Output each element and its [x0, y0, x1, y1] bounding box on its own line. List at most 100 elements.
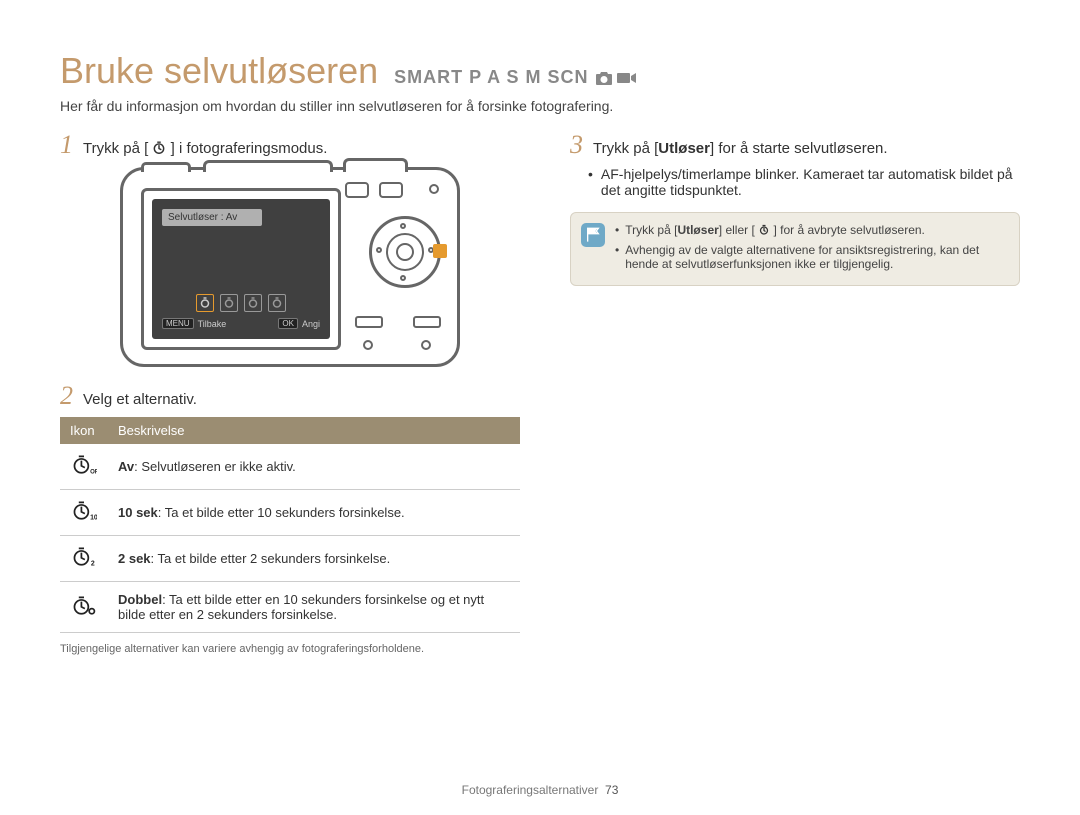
info-icon: [581, 223, 605, 247]
tip2-text: Avhengig av de valgte alternativene for …: [625, 243, 1007, 271]
left-column: 1 Trykk på [ ] i fotograferingsmodus.: [60, 132, 520, 655]
intro-text: Her får du informasjon om hvordan du sti…: [60, 98, 1020, 114]
tip-item-1: Trykk på [Utløser] eller [ ] for å avbry…: [615, 223, 1007, 239]
video-mode-icon: [617, 71, 637, 85]
step-number-1: 1: [60, 132, 73, 158]
right-column: 3 Trykk på [Utløser] for å starte selvut…: [570, 132, 1020, 655]
camera-option-icons: [162, 294, 320, 312]
tip-list: Trykk på [Utløser] eller [ ] for å avbry…: [615, 223, 1007, 271]
row-icon-2s: 2: [60, 536, 108, 582]
columns: 1 Trykk på [ ] i fotograferingsmodus.: [60, 132, 1020, 655]
table-footnote: Tilgjengelige alternativer kan variere a…: [60, 643, 520, 655]
camera-back-label: Tilbake: [198, 319, 227, 329]
camera-option-double-icon: [268, 294, 286, 312]
cam-top-ridge-center: [203, 160, 333, 172]
camera-dial-dot-bottom: [400, 275, 406, 281]
row-icon-off: OFF: [60, 444, 108, 490]
options-table: Ikon Beskrivelse OFF Av: Selvutløseren e…: [60, 417, 520, 633]
tip-item-2: Avhengig av de valgte alternativene for …: [615, 243, 1007, 271]
tip1-c: ] for å avbryte selvutløseren.: [773, 223, 924, 237]
table-row: Dobbel: Ta ett bilde etter en 10 sekunde…: [60, 582, 520, 633]
camera-control-dial: [369, 216, 441, 288]
timer-icon: [758, 224, 770, 239]
tip1-b: ] eller [: [719, 223, 755, 237]
row1-rest: : Ta et bilde etter 10 sekunders forsink…: [158, 505, 405, 520]
row-icon-10s: 10: [60, 490, 108, 536]
svg-text:2: 2: [91, 561, 95, 568]
mode-indicators: SMART P A S M SCN: [394, 67, 636, 88]
page: Bruke selvutløseren SMART P A S M SCN He…: [0, 0, 1080, 815]
table-row: 10 10 sek: Ta et bilde etter 10 sekunder…: [60, 490, 520, 536]
camera-lcd-bottom: MENU Tilbake OK Angi: [162, 294, 320, 329]
camera-top-button-2: [379, 182, 403, 198]
step-2-text: Velg et alternativ.: [83, 391, 197, 408]
camera-orange-highlight: [433, 244, 447, 258]
table-row: 2 2 sek: Ta et bilde etter 2 sekunders f…: [60, 536, 520, 582]
step-3-text: Trykk på [Utløser] for å starte selvutlø…: [593, 140, 888, 157]
tip-box: Trykk på [Utløser] eller [ ] for å avbry…: [570, 212, 1020, 286]
camera-menu-button-label: MENU: [162, 318, 194, 329]
cam-top-ridge-right: [343, 158, 408, 172]
step-1-text: Trykk på [ ] i fotograferingsmodus.: [83, 140, 327, 159]
camera-bottom-dot-2: [421, 340, 431, 350]
row3-rest: : Ta ett bilde etter en 10 sekunders for…: [118, 592, 484, 622]
camera-ok-group: OK Angi: [278, 318, 320, 329]
table-row: OFF Av: Selvutløseren er ikke aktiv.: [60, 444, 520, 490]
step3-bullets: AF-hjelpelys/timerlampe blinker. Kamerae…: [588, 166, 1020, 198]
camera-bottom-button-2: [413, 316, 441, 328]
row-desc-double: Dobbel: Ta ett bilde etter en 10 sekunde…: [108, 582, 520, 633]
camera-dial-dot-left: [376, 247, 382, 253]
row-icon-double: [60, 582, 108, 633]
camera-dial-center: [396, 243, 414, 261]
step-3: 3 Trykk på [Utløser] for å starte selvut…: [570, 132, 1020, 158]
page-footer: Fotograferingsalternativer 73: [0, 783, 1080, 797]
footer-section: Fotograferingsalternativer: [462, 783, 599, 797]
step-1: 1 Trykk på [ ] i fotograferingsmodus.: [60, 132, 520, 159]
tip1-content: Trykk på [Utløser] eller [ ] for å avbry…: [625, 223, 925, 239]
camera-lcd: Selvutløser : Av: [152, 199, 330, 339]
step-2: 2 Velg et alternativ.: [60, 383, 520, 409]
camera-illustration: Selvutløser : Av: [120, 167, 460, 367]
camera-angi-label: Angi: [302, 319, 320, 329]
row3-bold: Dobbel: [118, 592, 162, 607]
camera-illustration-wrap: Selvutløser : Av: [60, 167, 520, 367]
camera-lcd-title: Selvutløser : Av: [162, 209, 262, 226]
camera-ok-button-label: OK: [278, 318, 298, 329]
camera-bottom-button-1: [355, 316, 383, 328]
mode-icons: [595, 70, 637, 86]
step3-a: Trykk på [: [593, 140, 658, 157]
camera-right-controls: [345, 182, 445, 352]
timer-icon: [152, 141, 166, 159]
camera-option-10s-icon: [220, 294, 238, 312]
camera-top-button-1: [345, 182, 369, 198]
tip1-bold: Utløser: [677, 223, 718, 237]
row2-bold: 2 sek: [118, 551, 151, 566]
step3-bullet-text: AF-hjelpelys/timerlampe blinker. Kamerae…: [601, 166, 1020, 198]
step1-part-b: ] i fotograferingsmodus.: [171, 140, 328, 157]
step-number-2: 2: [60, 383, 73, 409]
row0-rest: : Selvutløseren er ikke aktiv.: [134, 459, 296, 474]
mode-text: SMART P A S M SCN: [394, 67, 588, 88]
footer-page-number: 73: [605, 783, 618, 797]
tip1-a: Trykk på [: [625, 223, 677, 237]
camera-bottom-dot-1: [363, 340, 373, 350]
camera-option-off-icon: [196, 294, 214, 312]
camera-mode-icon: [595, 70, 613, 86]
th-icon: Ikon: [60, 417, 108, 444]
row-desc-10s: 10 sek: Ta et bilde etter 10 sekunders f…: [108, 490, 520, 536]
camera-indicator-light: [429, 184, 439, 194]
row1-bold: 10 sek: [118, 505, 158, 520]
step3-bullet-1: AF-hjelpelys/timerlampe blinker. Kamerae…: [588, 166, 1020, 198]
row-desc-2s: 2 sek: Ta et bilde etter 2 sekunders for…: [108, 536, 520, 582]
camera-lcd-footer: MENU Tilbake OK Angi: [162, 318, 320, 329]
camera-back-group: MENU Tilbake: [162, 318, 226, 329]
step-number-3: 3: [570, 132, 583, 158]
row-desc-off: Av: Selvutløseren er ikke aktiv.: [108, 444, 520, 490]
step3-b: ] for å starte selvutløseren.: [710, 140, 888, 157]
camera-option-2s-icon: [244, 294, 262, 312]
svg-text:10: 10: [90, 515, 97, 522]
page-title: Bruke selvutløseren: [60, 50, 378, 92]
camera-lcd-frame: Selvutløser : Av: [141, 188, 341, 350]
camera-dial-dot-top: [400, 223, 406, 229]
row2-rest: : Ta et bilde etter 2 sekunders forsinke…: [151, 551, 391, 566]
